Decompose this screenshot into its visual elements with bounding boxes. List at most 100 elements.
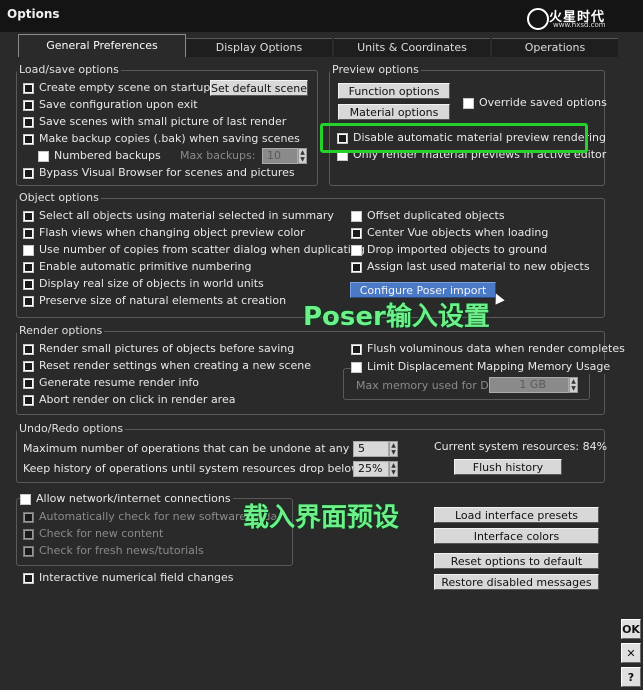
restore-disabled-messages-button[interactable]: Restore disabled messages [434,574,599,590]
option-checkbox[interactable]: Drop imported objects to ground [351,243,547,257]
checkbox-box[interactable] [23,511,34,523]
checkbox-box[interactable] [23,377,34,389]
checkbox-label: Abort render on click in render area [39,393,236,406]
option-checkbox[interactable]: Generate resume render info [23,376,199,390]
checkbox-box[interactable] [23,295,34,307]
option-checkbox[interactable]: Center Vue objects when loading [351,226,548,240]
function-options-button[interactable]: Function options [338,83,450,99]
checkbox-box[interactable] [23,261,34,273]
checkbox-label: Override saved options [479,96,607,109]
option-checkbox[interactable]: Flash views when changing object preview… [23,226,305,240]
logo-url: www.hxsd.com [553,21,606,29]
checkbox-box[interactable] [23,116,34,128]
option-checkbox[interactable]: Display real size of objects in world un… [23,277,264,291]
option-checkbox[interactable]: Select all objects using material select… [23,209,334,223]
ok-button[interactable]: OK [621,619,641,639]
checkbox-label: Drop imported objects to ground [367,243,548,256]
tab-operations[interactable]: Operations [492,38,618,57]
numbered-backups-checkbox[interactable]: Numbered backups [38,149,161,163]
checkbox-box[interactable] [23,227,34,239]
checkbox-box[interactable] [38,150,49,162]
checkbox-box[interactable] [23,82,34,94]
option-checkbox[interactable]: Offset duplicated objects [351,209,505,223]
interface-colors-button[interactable]: Interface colors [434,528,599,544]
flush-history-button[interactable]: Flush history [454,459,562,475]
checkbox-box[interactable] [23,572,34,584]
checkbox-box[interactable] [23,278,34,290]
option-checkbox[interactable]: Use number of copies from scatter dialog… [23,243,365,257]
option-checkbox[interactable]: Preserve size of natural elements at cre… [23,294,286,308]
checkbox-box[interactable] [23,167,34,179]
make-backup-checkbox[interactable]: Make backup copies (.bak) when saving sc… [23,132,300,146]
option-checkbox[interactable]: Assign last used material to new objects [351,260,590,274]
checkbox-label: Reset render settings when creating a ne… [39,359,311,372]
check-news-checkbox[interactable]: Check for fresh news/tutorials [23,544,204,558]
checkbox-box[interactable] [23,394,34,406]
spin-arrows-icon[interactable]: ▲ ▼ [298,148,307,164]
checkbox-label: Offset duplicated objects [367,209,505,222]
limit-displacement-checkbox[interactable]: Limit Displacement Mapping Memory Usage [351,360,613,374]
bypass-browser-checkbox[interactable]: Bypass Visual Browser for scenes and pic… [23,166,295,180]
checkbox-box[interactable] [23,545,34,557]
options-dialog: Options 火星时代 www.hxsd.com General Prefer… [0,0,643,690]
max-memory-value: 1 GB [519,378,546,391]
auto-check-updates-checkbox[interactable]: Automatically check for new software upd… [23,510,277,524]
tab-display-options[interactable]: Display Options [186,38,332,57]
option-checkbox[interactable]: Abort render on click in render area [23,393,235,407]
interactive-numerical-checkbox[interactable]: Interactive numerical field changes [23,571,234,585]
flush-voluminous-checkbox[interactable]: Flush voluminous data when render comple… [351,342,625,356]
checkbox-box[interactable] [351,244,362,256]
checkbox-box[interactable] [351,210,362,222]
poser-annotation: Poser输入设置 [303,302,490,332]
checkbox-box[interactable] [351,361,362,373]
checkbox-label: Select all objects using material select… [39,209,334,222]
checkbox-box[interactable] [23,343,34,355]
checkbox-box[interactable] [23,133,34,145]
current-resources-label: Current system resources: 84% [434,440,608,453]
option-checkbox[interactable]: Render small pictures of objects before … [23,342,294,356]
checkbox-label: Center Vue objects when loading [367,226,549,239]
option-checkbox[interactable]: Reset render settings when creating a ne… [23,359,311,373]
checkbox-label: Create empty scene on startup [39,81,211,94]
checkbox-box[interactable] [351,343,362,355]
checkbox-label: Preserve size of natural elements at cre… [39,294,287,307]
option-checkbox[interactable]: Enable automatic primitive numbering [23,260,252,274]
spin-arrows-icon[interactable]: ▲ ▼ [569,377,578,393]
allow-network-checkbox[interactable]: Allow network/internet connections [20,492,233,506]
create-empty-checkbox[interactable]: Create empty scene on startup [23,81,210,95]
save-config-checkbox[interactable]: Save configuration upon exit [23,98,198,112]
tab-units-coordinates[interactable]: Units & Coordinates [334,38,490,57]
load-interface-presets-button[interactable]: Load interface presets [434,507,599,523]
set-default-scene-button[interactable]: Set default scene [210,80,308,96]
help-icon[interactable]: ? [621,667,641,687]
check-content-checkbox[interactable]: Check for new content [23,527,163,541]
spin-arrows-icon[interactable]: ▲ ▼ [389,441,398,457]
checkbox-box[interactable] [351,227,362,239]
max-ops-field[interactable]: 5 ▲ ▼ [353,441,398,457]
checkbox-box[interactable] [23,528,34,540]
title-bar: Options 火星时代 www.hxsd.com [0,0,643,32]
checkbox-label: Automatically check for new software upd… [39,510,278,523]
checkbox-label: Allow network/internet connections [36,492,231,505]
spin-arrows-icon[interactable]: ▲ ▼ [389,461,398,477]
window-title: Options [7,7,60,21]
reset-options-default-button[interactable]: Reset options to default [434,553,599,569]
checkbox-box[interactable] [23,360,34,372]
checkbox-box[interactable] [351,261,362,273]
max-backups-field[interactable]: 10 ▲ ▼ [262,148,307,164]
checkbox-box[interactable] [23,210,34,222]
close-icon[interactable]: ✕ [621,643,641,663]
override-saved-checkbox[interactable]: Override saved options [463,96,607,110]
interface-annotation: 载入界面预设 [243,503,400,533]
checkbox-box[interactable] [23,244,34,256]
tab-general-preferences[interactable]: General Preferences [18,34,186,57]
checkbox-label: Interactive numerical field changes [39,571,234,584]
checkbox-label: Save scenes with small picture of last r… [39,115,287,128]
checkbox-box[interactable] [20,493,31,505]
material-options-button[interactable]: Material options [338,104,450,120]
max-memory-field[interactable]: 1 GB ▲ ▼ [489,377,578,393]
keep-history-field[interactable]: 25% ▲ ▼ [353,461,398,477]
checkbox-box[interactable] [463,97,474,109]
save-small-picture-checkbox[interactable]: Save scenes with small picture of last r… [23,115,286,129]
checkbox-box[interactable] [23,99,34,111]
